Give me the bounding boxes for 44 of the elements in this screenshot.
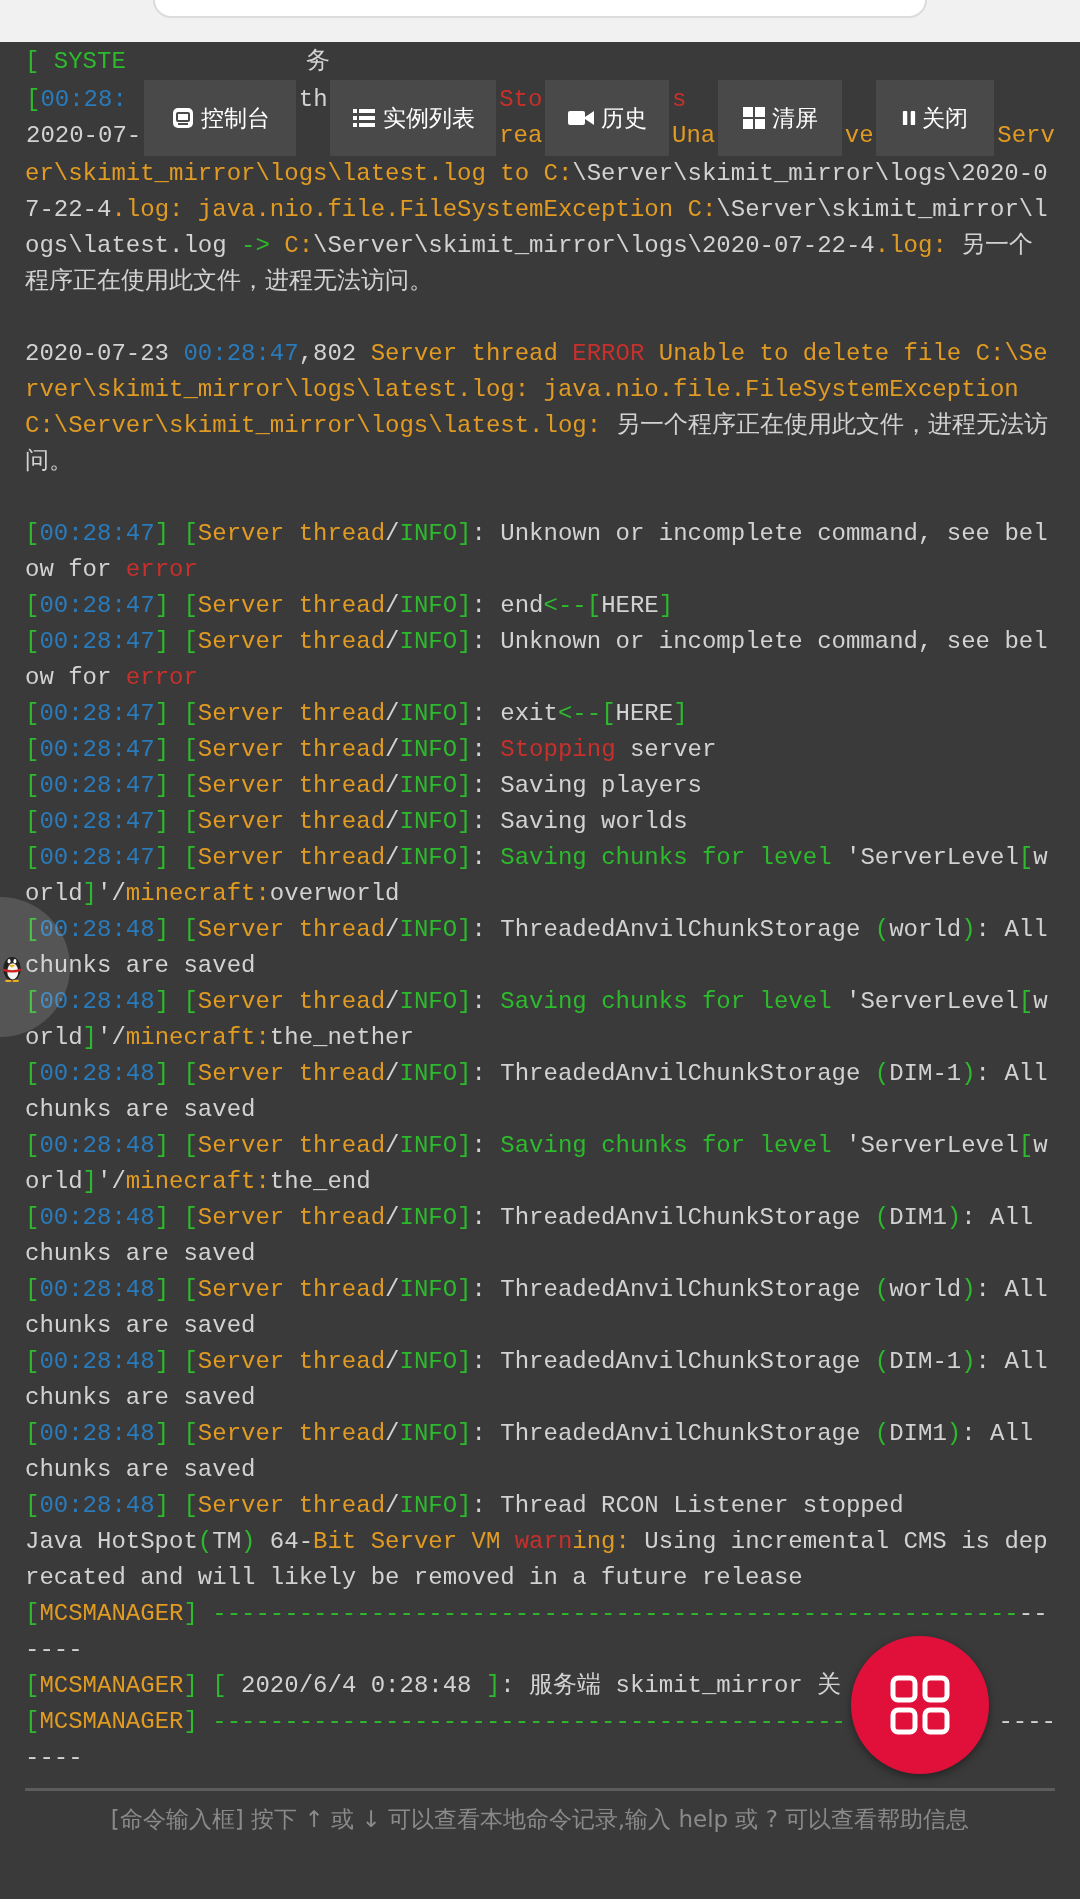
log-text: s [672,85,688,115]
terminal-icon [170,106,195,130]
log-line: [00:28:48] [Server thread/INFO]: ThreadedAnvilChunkStorage (DIM-1): All chunks are saved [25,1347,1049,1413]
toolbar-button[interactable]: 控制台 [144,80,296,156]
toolbar-button[interactable]: 清屏 [718,80,843,156]
log-line: [00:28:48] [Server thread/INFO]: ThreadedAnvilChunkStorage (DIM1): All chunks are saved [25,1419,1035,1485]
list-icon [351,106,378,130]
log-line: [00:28:48] [Server thread/INFO]: Saving chunks for level 'ServerLevel[world]'/minecraft:the_end [25,1131,1049,1197]
log-text: rea [499,121,543,151]
log-line: [00:28:48] [Server thread/INFO]: Saving chunks for level 'ServerLevel[world]'/minecraft:the_nether [25,987,1049,1053]
log-text: Serv [997,121,1055,151]
log-line: [00:28:47] [Server thread/INFO]: Stopping server [25,735,718,765]
log-text: th [298,85,328,115]
log-line: [00:28:48] [Server thread/INFO]: Thread RCON Listener stopped [25,1491,905,1521]
toolbar-button[interactable]: 历史 [545,80,670,156]
log-text: Sto [499,85,543,115]
log-text: [ SYSTE [25,47,126,77]
log-line: ---- [25,1743,84,1773]
log-text: Una [672,121,716,151]
log-line: [00:28:47] [Server thread/INFO]: Saving worlds [25,807,689,837]
log-line: 2020-07-23 00:28:47,802 Server thread ERROR Unable to delete file C:\Server\skimit_mirror\logs\latest.log: java.nio.file.FileSystemException C:\Server\skimit_mirror\logs\latest.log: 另一个程序正在使用此文件，进程无法访问。 [25,339,1049,477]
log-text: ve [844,121,874,151]
command-input-field[interactable]: [命令输入框] 按下 ↑ 或 ↓ 可以查看本地命令记录,输入 help 或 ? 可以查看帮助信息 [25,1791,1055,1847]
log-line: [00:28:47] [Server thread/INFO]: exit<--[HERE] [25,699,689,729]
log-line: [00:28:47] [Server thread/INFO]: Unknown or incomplete command, see below for error [25,627,1049,693]
log-text: 务 [305,47,330,77]
log-line: [00:28:47] [Server thread/INFO]: end<--[HERE] [25,591,675,621]
grid-icon [890,1675,950,1735]
log-line: [00:28:47] [Server thread/INFO]: Unknown or incomplete command, see below for error [25,519,1049,585]
log-line: er\skimit_mirror\logs\latest.log to C:\Server\skimit_mirror\logs\2020-07-22-4.log: java.nio.file.FileSystemException C:\Server\skimit_mirror\logs\latest.log -> C:\Server\skimit_mirror\logs\2020-07-22-4.log: 另一个程序正在使用此文件，进程无法访问。 [25,159,1049,297]
log-text: ---- [998,1707,1056,1737]
log-line: [00:28:47] [Server thread/INFO]: Saving players [25,771,703,801]
log-text: [MCSMANAGER] -------------------------------------------- [25,1707,846,1737]
log-text: [00:28: [26,85,128,115]
log-line: [MCSMANAGER] [ 2020/6/4 0:28:48 ]: 服务端 skimit_mirror 关 [25,1671,843,1701]
grid-icon [742,106,767,130]
log-text: 2020-07- [26,121,142,151]
toolbar-button[interactable]: 关闭 [876,80,995,156]
video-camera-icon [567,108,596,128]
toolbar-button[interactable]: 实例列表 [330,80,497,156]
log-line: Java HotSpot(TM) 64-Bit Server VM warning: Using incremental CMS is deprecated and will likely be removed in a future release [25,1527,1049,1593]
log-line: [00:28:48] [Server thread/INFO]: ThreadedAnvilChunkStorage (world): All chunks are saved [25,1275,1049,1341]
log-line: [MCSMANAGER] -------------------------------------------------------------- [25,1599,1049,1665]
pause-icon [902,108,917,128]
